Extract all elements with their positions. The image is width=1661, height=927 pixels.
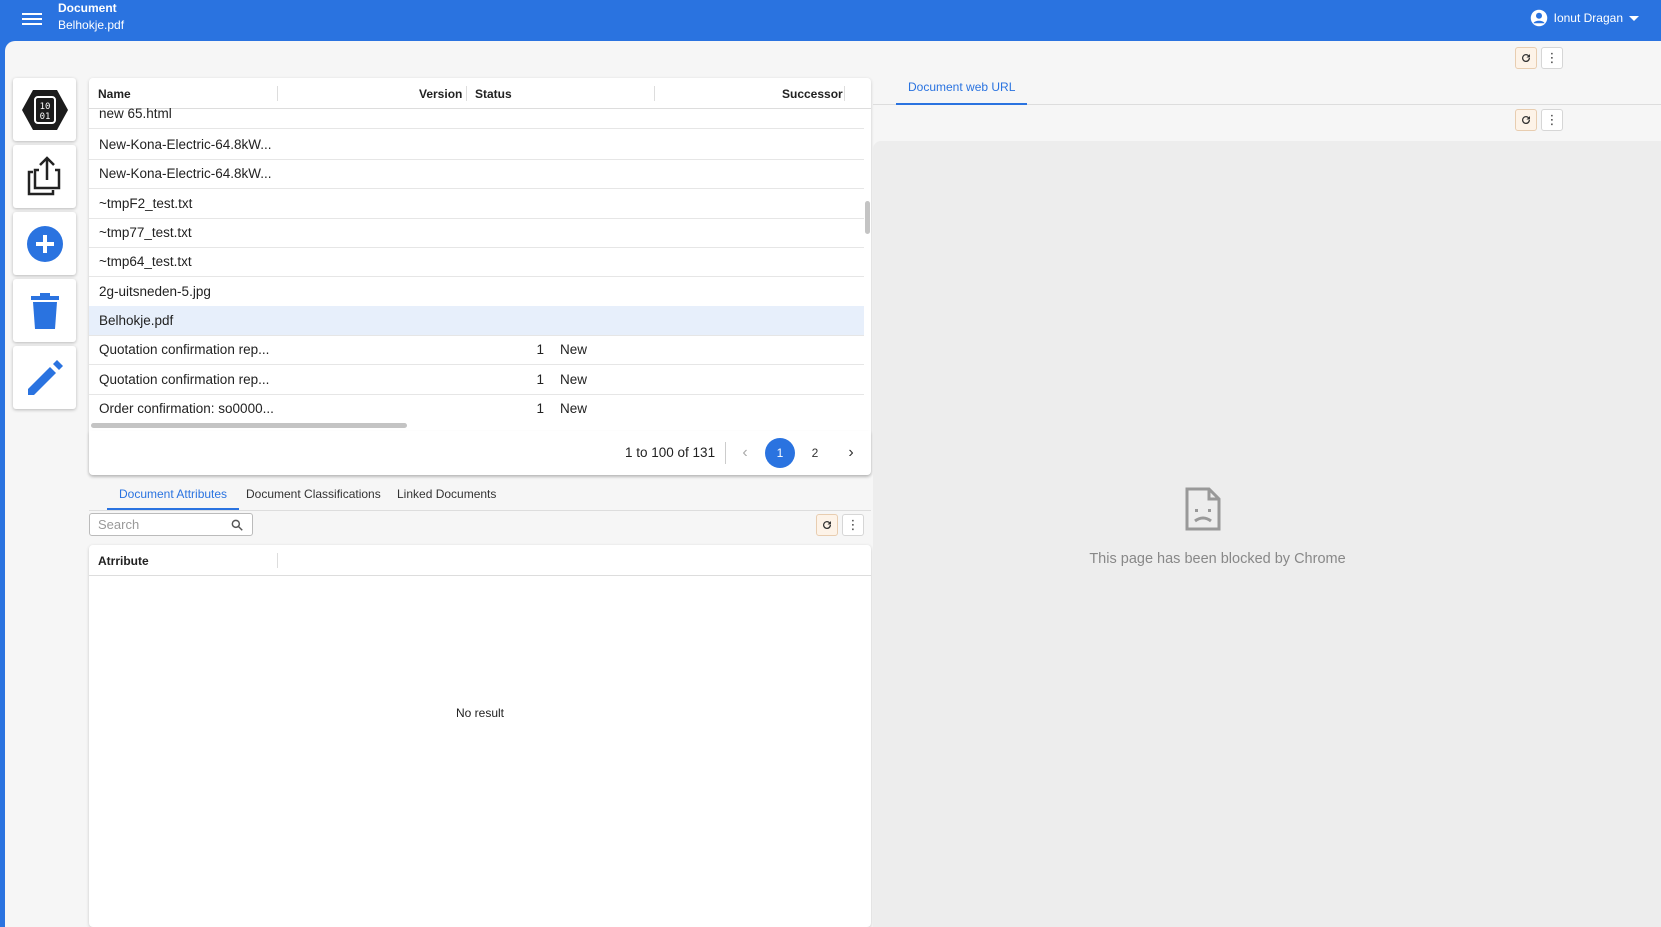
table-row[interactable]: Quotation confirmation rep... 1 New [89, 335, 864, 365]
add-document-button[interactable] [13, 212, 76, 275]
table-row[interactable]: ~tmpF2_test.txt [89, 189, 864, 219]
next-page-button[interactable]: › [839, 437, 863, 469]
pencil-icon [27, 359, 63, 395]
cell-name: Order confirmation: so0000... [99, 401, 274, 416]
share-upload-button[interactable] [13, 145, 76, 208]
cell-version: 1 [536, 342, 544, 357]
hamburger-menu-icon[interactable] [22, 10, 42, 26]
column-header-successor[interactable]: Successor [782, 87, 843, 101]
page-1-button[interactable]: 1 [765, 438, 795, 468]
viewer-more-button[interactable]: ⋮ [1541, 109, 1563, 131]
document-viewer: This page has been blocked by Chrome [873, 141, 1661, 927]
svg-text:10: 10 [39, 102, 50, 112]
tab-document-web-url[interactable]: Document web URL [896, 80, 1028, 105]
pagination-info: 1 to 100 of 131 [625, 445, 716, 460]
table-row[interactable]: Order confirmation: so0000... 1 New [89, 394, 864, 424]
table-row[interactable]: New-Kona-Electric-64.8kW... [89, 159, 864, 189]
table-row[interactable]: 2g-uitsneden-5.jpg [89, 277, 864, 307]
delete-document-button[interactable] [13, 279, 76, 342]
refresh-icon [823, 521, 832, 530]
tab-linked-documents[interactable]: Linked Documents [385, 487, 508, 510]
edit-document-button[interactable] [13, 346, 76, 409]
main-surface: ⋮ 10 01 Name Version Status Successor ne… [5, 41, 1661, 927]
cell-name: New-Kona-Electric-64.8kW... [99, 166, 272, 181]
top-app-bar: Document Belhokje.pdf Ionut Dragan [0, 0, 1661, 41]
more-vertical-icon: ⋮ [1545, 112, 1559, 127]
table-row-selected[interactable]: Belhokje.pdf [89, 306, 864, 336]
user-menu[interactable]: Ionut Dragan [1530, 9, 1639, 27]
search-input[interactable] [90, 514, 220, 535]
column-resize-handle[interactable] [654, 86, 655, 101]
empty-state-text: No result [455, 706, 505, 720]
user-name: Ionut Dragan [1553, 11, 1623, 25]
more-vertical-icon: ⋮ [846, 517, 860, 532]
table-row[interactable]: New-Kona-Electric-64.8kW... [89, 130, 864, 160]
horizontal-scrollbar-thumb[interactable] [91, 423, 407, 428]
cell-version: 1 [536, 372, 544, 387]
attributes-refresh-button[interactable] [816, 514, 838, 536]
cell-version: 1 [536, 401, 544, 416]
cell-name: 2g-uitsneden-5.jpg [99, 284, 211, 299]
blocked-page-icon [1185, 487, 1221, 531]
tab-document-attributes[interactable]: Document Attributes [107, 487, 240, 510]
cell-name: ~tmpF2_test.txt [99, 196, 193, 211]
cell-name: New-Kona-Electric-64.8kW... [99, 137, 272, 152]
column-resize-handle[interactable] [277, 553, 278, 568]
cell-name: ~tmp77_test.txt [99, 225, 192, 240]
cell-status: New [560, 372, 588, 387]
binary-action-button[interactable]: 10 01 [13, 78, 76, 141]
cell-name: Quotation confirmation rep... [99, 372, 270, 387]
chevron-down-icon [1629, 15, 1639, 21]
share-upload-icon [27, 155, 60, 195]
column-resize-handle[interactable] [844, 86, 845, 101]
column-header-name[interactable]: Name [98, 87, 131, 101]
page-subtitle: Belhokje.pdf [58, 18, 125, 32]
previous-page-button[interactable]: ‹ [733, 437, 757, 469]
page-refresh-button[interactable] [1515, 47, 1537, 69]
page-2-button[interactable]: 2 [800, 438, 830, 468]
attribute-search [89, 513, 253, 536]
more-vertical-icon: ⋮ [1545, 50, 1559, 65]
attributes-more-button[interactable]: ⋮ [842, 514, 864, 536]
document-grid: Name Version Status Successor new 65.htm… [89, 78, 871, 475]
detail-tabs: Document Attributes Document Classificat… [89, 481, 871, 511]
refresh-icon [1522, 54, 1531, 63]
svg-text:01: 01 [39, 112, 50, 122]
column-header-attribute[interactable]: Atrribute [98, 554, 149, 568]
table-row[interactable]: Quotation confirmation rep... 1 New [89, 365, 864, 395]
cell-status: New [560, 401, 588, 416]
refresh-icon [1522, 116, 1531, 125]
binary-hex-icon: 10 01 [21, 89, 68, 130]
blocked-message: This page has been blocked by Chrome [1089, 551, 1346, 567]
trash-icon [30, 292, 59, 329]
page-title: Document [58, 1, 117, 15]
tab-document-classifications[interactable]: Document Classifications [234, 487, 393, 510]
table-row[interactable]: ~tmp64_test.txt [89, 247, 864, 277]
column-header-status[interactable]: Status [475, 87, 512, 101]
cell-name: Belhokje.pdf [99, 313, 174, 328]
cell-status: New [560, 342, 588, 357]
add-circle-icon [26, 225, 63, 262]
attributes-header: Atrribute [89, 545, 871, 576]
cell-name: new 65.html [99, 106, 172, 121]
column-header-version[interactable]: Version [419, 87, 462, 101]
viewer-tabs: Document web URL [873, 78, 1661, 105]
attributes-grid: Atrribute No result [89, 545, 871, 927]
pagination-bar: 1 to 100 of 131 ‹ 1 2 › [89, 431, 871, 475]
column-resize-handle[interactable] [466, 86, 467, 101]
page-more-button[interactable]: ⋮ [1541, 47, 1563, 69]
search-icon[interactable] [230, 518, 244, 532]
viewer-refresh-button[interactable] [1515, 109, 1537, 131]
column-resize-handle[interactable] [277, 86, 278, 101]
vertical-scrollbar-thumb[interactable] [865, 201, 870, 234]
table-row[interactable]: ~tmp77_test.txt [89, 218, 864, 248]
pagination-divider [725, 442, 726, 464]
cell-name: Quotation confirmation rep... [99, 342, 270, 357]
cell-name: ~tmp64_test.txt [99, 254, 192, 269]
table-row[interactable]: new 65.html [89, 103, 864, 129]
account-circle-icon [1530, 9, 1547, 27]
